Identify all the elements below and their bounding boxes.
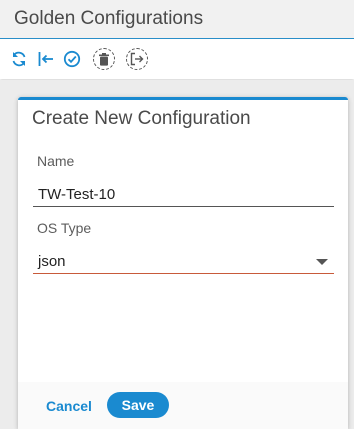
- create-configuration-dialog: Create New Configuration Name TW-Test-10…: [18, 97, 348, 429]
- page-header: Golden Configurations: [0, 0, 354, 39]
- name-label: Name: [37, 153, 75, 169]
- dialog-title: Create New Configuration: [32, 108, 251, 129]
- os-type-select[interactable]: json: [38, 253, 66, 270]
- chevron-down-icon[interactable]: [316, 259, 328, 265]
- page: Golden Configurations Create New Configu…: [0, 0, 354, 429]
- name-input[interactable]: TW-Test-10: [38, 186, 115, 203]
- back-arrow-icon[interactable]: [35, 48, 57, 70]
- os-type-label: OS Type: [37, 220, 92, 236]
- toolbar: [0, 39, 354, 79]
- exit-icon[interactable]: [126, 48, 148, 70]
- save-button[interactable]: Save: [107, 392, 169, 418]
- page-title: Golden Configurations: [14, 8, 204, 29]
- name-input-underline: [33, 206, 334, 207]
- trash-icon[interactable]: [93, 48, 115, 70]
- dialog-footer: Cancel Save: [18, 382, 348, 429]
- check-circle-icon[interactable]: [61, 48, 83, 70]
- os-type-underline: [33, 273, 334, 274]
- refresh-icon[interactable]: [8, 48, 30, 70]
- cancel-button[interactable]: Cancel: [46, 398, 92, 414]
